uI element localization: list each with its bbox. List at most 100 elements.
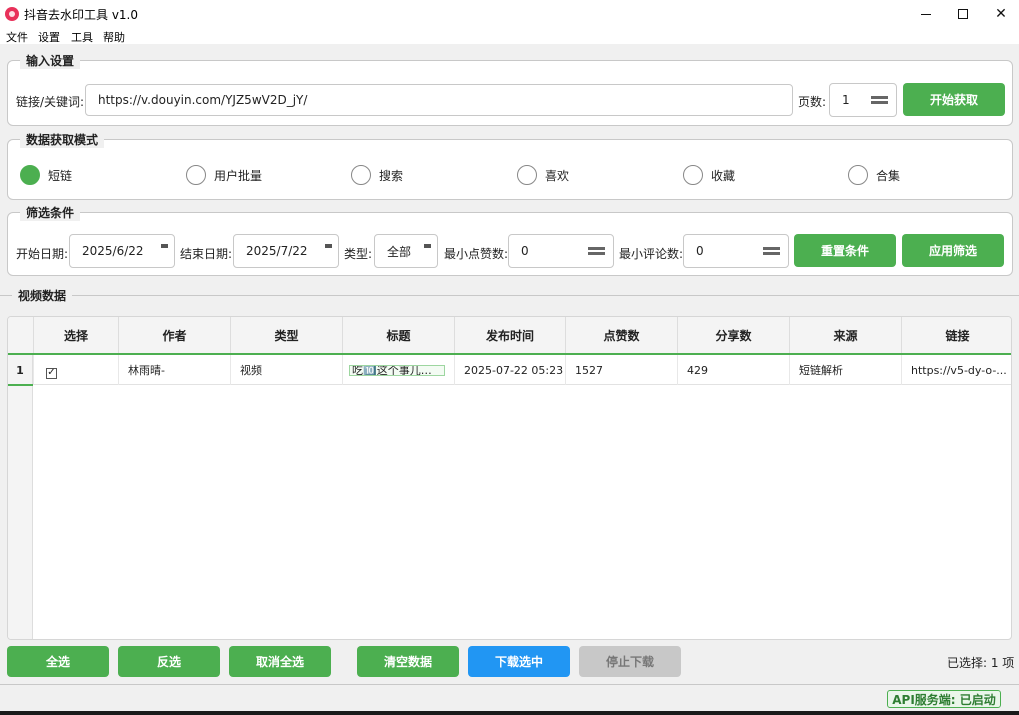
- type-value: 全部: [387, 244, 412, 259]
- mode-group: 数据获取模式 短链 用户批量 搜索 喜欢 收藏 合集: [7, 131, 1013, 200]
- taskbar-edge: [0, 711, 1019, 715]
- window-title: 抖音去水印工具 v1.0: [24, 8, 139, 22]
- cell-shares: 429: [677, 355, 789, 385]
- stop-download-button[interactable]: 停止下载: [579, 646, 681, 677]
- col-source[interactable]: 来源: [789, 317, 901, 353]
- end-date-picker[interactable]: 2025/7/22: [233, 234, 339, 268]
- video-data-legend: 视频数据: [12, 287, 73, 304]
- radio-label: 收藏: [711, 168, 736, 183]
- input-settings-legend: 输入设置: [20, 52, 81, 69]
- radio-likes[interactable]: 喜欢: [517, 165, 569, 185]
- dropdown-arrow-icon[interactable]: [161, 244, 168, 248]
- row-checkbox[interactable]: ✓: [46, 367, 57, 379]
- reset-filters-button[interactable]: 重置条件: [794, 234, 896, 267]
- row-number: 1: [8, 355, 33, 386]
- link-label: 链接/关键词:: [16, 95, 85, 109]
- radio-label: 用户批量: [214, 168, 263, 183]
- min-likes-label: 最小点赞数:: [444, 247, 509, 261]
- cell-title[interactable]: 吃🔟这个事儿一...: [342, 355, 454, 385]
- type-label: 类型:: [344, 247, 373, 261]
- download-selected-button[interactable]: 下载选中: [468, 646, 570, 677]
- min-comments-spinbox[interactable]: 0: [683, 234, 789, 268]
- radio-label: 合集: [876, 168, 901, 183]
- col-shares[interactable]: 分享数: [677, 317, 789, 353]
- radio-short-link[interactable]: 短链: [20, 165, 72, 185]
- min-comments-label: 最小评论数:: [619, 247, 684, 261]
- spin-arrows-icon[interactable]: [588, 247, 605, 255]
- radio-label: 短链: [48, 168, 73, 183]
- select-all-button[interactable]: 全选: [7, 646, 109, 677]
- invert-selection-button[interactable]: 反选: [118, 646, 220, 677]
- menu-file[interactable]: 文件: [6, 29, 28, 45]
- start-date-picker[interactable]: 2025/6/22: [69, 234, 175, 268]
- col-author[interactable]: 作者: [118, 317, 230, 353]
- min-likes-value: 0: [521, 244, 529, 258]
- minimize-icon[interactable]: [908, 0, 944, 28]
- min-comments-value: 0: [696, 244, 704, 258]
- api-status-badge: API服务端: 已启动: [887, 690, 1001, 708]
- pages-spinbox[interactable]: 1: [829, 83, 897, 117]
- filters-legend: 筛选条件: [20, 204, 81, 221]
- col-title[interactable]: 标题: [342, 317, 454, 353]
- start-date-value: 2025/6/22: [82, 244, 144, 258]
- end-date-value: 2025/7/22: [246, 244, 308, 258]
- cell-likes: 1527: [565, 355, 677, 385]
- close-icon[interactable]: ✕: [983, 0, 1019, 28]
- input-settings-group: 输入设置 链接/关键词: https://v.douyin.com/YJZ5wV…: [7, 52, 1013, 126]
- row-header-column: [8, 355, 33, 639]
- table-row[interactable]: 1 ✓ 林雨晴- 视频 吃🔟这个事儿一... 2025-07-22 05:23 …: [8, 355, 1011, 386]
- radio-label: 搜索: [379, 168, 404, 183]
- type-select[interactable]: 全部: [374, 234, 438, 268]
- dropdown-arrow-icon[interactable]: [325, 244, 332, 248]
- radio-checked-icon[interactable]: [20, 165, 40, 185]
- title-bar: 抖音去水印工具 v1.0 ✕: [0, 0, 1019, 28]
- cell-link[interactable]: https://v5-dy-o-...: [901, 355, 1011, 385]
- apply-filters-button[interactable]: 应用筛选: [902, 234, 1004, 267]
- cell-publish-time: 2025-07-22 05:23: [454, 355, 565, 385]
- radio-search[interactable]: 搜索: [351, 165, 403, 185]
- cell-type: 视频: [230, 355, 342, 385]
- col-select[interactable]: 选择: [33, 317, 118, 353]
- pages-value: 1: [842, 93, 850, 107]
- pages-label: 页数:: [798, 95, 827, 109]
- radio-unchecked-icon[interactable]: [186, 165, 206, 185]
- selected-count: 已选择: 1 项: [947, 656, 1015, 670]
- filters-group: 筛选条件 开始日期: 2025/6/22 结束日期: 2025/7/22 类型:…: [7, 204, 1013, 276]
- radio-unchecked-icon[interactable]: [351, 165, 371, 185]
- menu-tools[interactable]: 工具: [71, 29, 93, 45]
- link-input[interactable]: https://v.douyin.com/YJZ5wV2D_jY/: [85, 84, 793, 116]
- menu-settings[interactable]: 设置: [38, 29, 60, 45]
- app-logo-icon: [5, 7, 19, 21]
- deselect-all-button[interactable]: 取消全选: [229, 646, 331, 677]
- col-publish-time[interactable]: 发布时间: [454, 317, 565, 353]
- radio-collection[interactable]: 合集: [848, 165, 900, 185]
- radio-unchecked-icon[interactable]: [683, 165, 703, 185]
- menu-help[interactable]: 帮助: [103, 29, 125, 45]
- radio-unchecked-icon[interactable]: [517, 165, 537, 185]
- dropdown-arrow-icon[interactable]: [424, 244, 431, 248]
- maximize-icon[interactable]: [945, 0, 981, 28]
- cell-author: 林雨晴-: [118, 355, 230, 385]
- title-text: 吃🔟这个事儿一...: [349, 364, 445, 376]
- mode-legend: 数据获取模式: [20, 131, 105, 148]
- radio-label: 喜欢: [545, 168, 570, 183]
- radio-unchecked-icon[interactable]: [848, 165, 868, 185]
- spin-arrows-icon[interactable]: [871, 96, 888, 104]
- radio-user-batch[interactable]: 用户批量: [186, 165, 262, 185]
- col-link[interactable]: 链接: [901, 317, 1011, 353]
- col-type[interactable]: 类型: [230, 317, 342, 353]
- table-header: 选择 作者 类型 标题 发布时间 点赞数 分享数 来源 链接: [8, 317, 1011, 355]
- spin-arrows-icon[interactable]: [763, 247, 780, 255]
- cell-source: 短链解析: [789, 355, 901, 385]
- start-fetch-button[interactable]: 开始获取: [903, 83, 1005, 116]
- radio-favorites[interactable]: 收藏: [683, 165, 735, 185]
- col-likes[interactable]: 点赞数: [565, 317, 677, 353]
- clear-data-button[interactable]: 清空数据: [357, 646, 459, 677]
- start-date-label: 开始日期:: [16, 247, 69, 261]
- cell-select[interactable]: ✓: [33, 355, 118, 385]
- menu-bar: 文件 设置 工具 帮助: [0, 28, 1019, 44]
- min-likes-spinbox[interactable]: 0: [508, 234, 614, 268]
- end-date-label: 结束日期:: [180, 247, 233, 261]
- app-window: 抖音去水印工具 v1.0 ✕ 文件 设置 工具 帮助 输入设置 链接/关键词: …: [0, 0, 1019, 711]
- video-table: 选择 作者 类型 标题 发布时间 点赞数 分享数 来源 链接 1 ✓ 林雨晴- …: [7, 316, 1012, 640]
